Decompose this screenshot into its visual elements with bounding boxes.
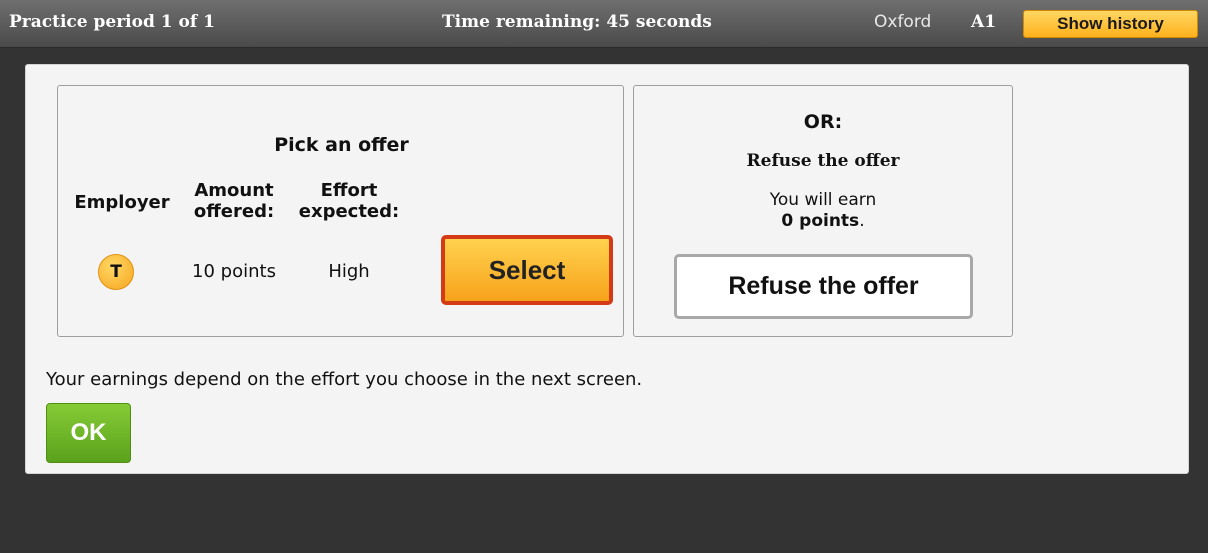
refuse-card: OR: Refuse the offer You will earn 0 poi…: [633, 85, 1013, 337]
or-label: OR:: [803, 111, 843, 133]
main-panel: Pick an offer Employer Amount offered: E…: [25, 64, 1189, 474]
earn-amount: 0 points: [781, 211, 860, 231]
city-label: Oxford: [874, 12, 932, 32]
offer-card: Pick an offer Employer Amount offered: E…: [57, 85, 624, 337]
time-remaining: Time remaining: 45 seconds: [442, 12, 712, 32]
select-offer-button[interactable]: Select: [441, 235, 613, 305]
top-bar: Practice period 1 of 1 Time remaining: 4…: [0, 0, 1208, 48]
effort-expected-value: High: [328, 261, 370, 282]
earnings-note: Your earnings depend on the effort you c…: [46, 369, 643, 390]
refuse-offer-button[interactable]: Refuse the offer: [674, 254, 973, 319]
show-history-button[interactable]: Show history: [1023, 10, 1198, 38]
participant-id: A1: [971, 12, 997, 32]
period-label: Practice period 1 of 1: [9, 12, 215, 32]
earn-suffix: .: [859, 211, 865, 231]
amount-column-header: Amount offered:: [193, 180, 275, 222]
amount-offered-value: 10 points: [192, 261, 276, 282]
earn-prefix: You will earn: [769, 190, 877, 210]
employer-column-header: Employer: [74, 192, 170, 213]
ok-button[interactable]: OK: [46, 403, 131, 463]
employer-avatar: T: [98, 254, 134, 290]
effort-column-header: Effort expected:: [298, 180, 400, 222]
offer-title: Pick an offer: [274, 134, 409, 156]
refuse-title: Refuse the offer: [746, 151, 900, 171]
earnings-text: You will earn 0 points.: [634, 190, 1012, 232]
